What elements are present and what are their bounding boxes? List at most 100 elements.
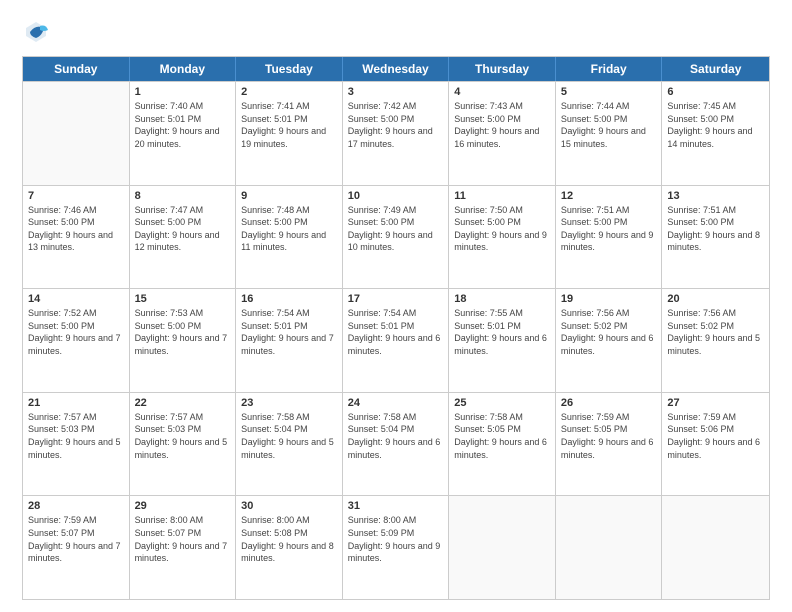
- sun-info: Sunrise: 7:54 AMSunset: 5:01 PMDaylight:…: [348, 307, 444, 357]
- day-number: 25: [454, 397, 550, 409]
- day-number: 29: [135, 500, 231, 512]
- calendar-cell-13: 13 Sunrise: 7:51 AMSunset: 5:00 PMDayligh…: [662, 186, 769, 289]
- day-number: 2: [241, 86, 337, 98]
- calendar-cell-19: 19 Sunrise: 7:56 AMSunset: 5:02 PMDayligh…: [556, 289, 663, 392]
- sun-info: Sunrise: 7:57 AMSunset: 5:03 PMDaylight:…: [28, 411, 124, 461]
- calendar-cell-4: 4 Sunrise: 7:43 AMSunset: 5:00 PMDaylight…: [449, 82, 556, 185]
- sun-info: Sunrise: 8:00 AMSunset: 5:08 PMDaylight:…: [241, 514, 337, 564]
- sun-info: Sunrise: 7:45 AMSunset: 5:00 PMDaylight:…: [667, 100, 764, 150]
- calendar-cell-25: 25Sunrise: 7:58 AMSunset: 5:05 PMDayligh…: [449, 393, 556, 496]
- sun-info: Sunrise: 7:48 AMSunset: 5:00 PMDaylight:…: [241, 204, 337, 254]
- sun-info: Sunrise: 7:52 AMSunset: 5:00 PMDaylight:…: [28, 307, 124, 357]
- day-number: 20: [667, 293, 764, 305]
- header: [22, 18, 770, 46]
- day-number: 18: [454, 293, 550, 305]
- day-number: 6: [667, 86, 764, 98]
- day-number: 15: [135, 293, 231, 305]
- sun-info: Sunrise: 7:49 AMSunset: 5:00 PMDaylight:…: [348, 204, 444, 254]
- sun-info: Sunrise: 7:43 AMSunset: 5:00 PMDaylight:…: [454, 100, 550, 150]
- calendar-cell-12: 12Sunrise: 7:51 AMSunset: 5:00 PMDayligh…: [556, 186, 663, 289]
- calendar-cell-27: 27 Sunrise: 7:59 AMSunset: 5:06 PMDayligh…: [662, 393, 769, 496]
- day-number: 5: [561, 86, 657, 98]
- sun-info: Sunrise: 7:59 AMSunset: 5:06 PMDaylight:…: [667, 411, 764, 461]
- day-number: 4: [454, 86, 550, 98]
- calendar-body: 1 Sunrise: 7:40 AMSunset: 5:01 PMDaylight…: [23, 81, 769, 599]
- day-number: 9: [241, 190, 337, 202]
- calendar-cell-7: 7 Sunrise: 7:46 AMSunset: 5:00 PMDaylight…: [23, 186, 130, 289]
- calendar-cell-18: 18 Sunrise: 7:55 AMSunset: 5:01 PMDayligh…: [449, 289, 556, 392]
- logo-icon: [22, 18, 50, 46]
- calendar-cell-16: 16 Sunrise: 7:54 AMSunset: 5:01 PMDayligh…: [236, 289, 343, 392]
- sun-info: Sunrise: 7:41 AMSunset: 5:01 PMDaylight:…: [241, 100, 337, 150]
- calendar-row-4: 28Sunrise: 7:59 AMSunset: 5:07 PMDayligh…: [23, 495, 769, 599]
- calendar-row-1: 7 Sunrise: 7:46 AMSunset: 5:00 PMDaylight…: [23, 185, 769, 289]
- day-number: 14: [28, 293, 124, 305]
- day-number: 10: [348, 190, 444, 202]
- calendar-cell-21: 21 Sunrise: 7:57 AMSunset: 5:03 PMDayligh…: [23, 393, 130, 496]
- sun-info: Sunrise: 7:56 AMSunset: 5:02 PMDaylight:…: [667, 307, 764, 357]
- calendar-cell-26: 26Sunrise: 7:59 AMSunset: 5:05 PMDayligh…: [556, 393, 663, 496]
- calendar-cell-23: 23Sunrise: 7:58 AMSunset: 5:04 PMDayligh…: [236, 393, 343, 496]
- day-number: 27: [667, 397, 764, 409]
- page: SundayMondayTuesdayWednesdayThursdayFrid…: [0, 0, 792, 612]
- sun-info: Sunrise: 8:00 AMSunset: 5:09 PMDaylight:…: [348, 514, 444, 564]
- calendar-row-3: 21 Sunrise: 7:57 AMSunset: 5:03 PMDayligh…: [23, 392, 769, 496]
- calendar-cell-24: 24Sunrise: 7:58 AMSunset: 5:04 PMDayligh…: [343, 393, 450, 496]
- sun-info: Sunrise: 7:58 AMSunset: 5:04 PMDaylight:…: [241, 411, 337, 461]
- day-number: 13: [667, 190, 764, 202]
- calendar-cell-empty: [23, 82, 130, 185]
- day-number: 17: [348, 293, 444, 305]
- calendar-cell-2: 2 Sunrise: 7:41 AMSunset: 5:01 PMDaylight…: [236, 82, 343, 185]
- calendar-cell-3: 3 Sunrise: 7:42 AMSunset: 5:00 PMDaylight…: [343, 82, 450, 185]
- calendar-cell-20: 20 Sunrise: 7:56 AMSunset: 5:02 PMDayligh…: [662, 289, 769, 392]
- calendar-cell-9: 9 Sunrise: 7:48 AMSunset: 5:00 PMDaylight…: [236, 186, 343, 289]
- calendar-cell-17: 17 Sunrise: 7:54 AMSunset: 5:01 PMDayligh…: [343, 289, 450, 392]
- sun-info: Sunrise: 7:40 AMSunset: 5:01 PMDaylight:…: [135, 100, 231, 150]
- day-number: 28: [28, 500, 124, 512]
- calendar-cell-29: 29 Sunrise: 8:00 AMSunset: 5:07 PMDayligh…: [130, 496, 237, 599]
- sun-info: Sunrise: 7:51 AMSunset: 5:00 PMDaylight:…: [667, 204, 764, 254]
- calendar-cell-31: 31Sunrise: 8:00 AMSunset: 5:09 PMDayligh…: [343, 496, 450, 599]
- header-day-tuesday: Tuesday: [236, 57, 343, 81]
- sun-info: Sunrise: 7:50 AMSunset: 5:00 PMDaylight:…: [454, 204, 550, 254]
- logo: [22, 18, 52, 46]
- calendar-cell-11: 11 Sunrise: 7:50 AMSunset: 5:00 PMDayligh…: [449, 186, 556, 289]
- calendar-cell-28: 28Sunrise: 7:59 AMSunset: 5:07 PMDayligh…: [23, 496, 130, 599]
- sun-info: Sunrise: 7:42 AMSunset: 5:00 PMDaylight:…: [348, 100, 444, 150]
- calendar-cell-5: 5 Sunrise: 7:44 AMSunset: 5:00 PMDaylight…: [556, 82, 663, 185]
- calendar-cell-15: 15 Sunrise: 7:53 AMSunset: 5:00 PMDayligh…: [130, 289, 237, 392]
- sun-info: Sunrise: 7:54 AMSunset: 5:01 PMDaylight:…: [241, 307, 337, 357]
- day-number: 21: [28, 397, 124, 409]
- day-number: 22: [135, 397, 231, 409]
- day-number: 1: [135, 86, 231, 98]
- calendar-header: SundayMondayTuesdayWednesdayThursdayFrid…: [23, 57, 769, 81]
- calendar-cell-8: 8 Sunrise: 7:47 AMSunset: 5:00 PMDaylight…: [130, 186, 237, 289]
- header-day-friday: Friday: [556, 57, 663, 81]
- day-number: 24: [348, 397, 444, 409]
- sun-info: Sunrise: 7:44 AMSunset: 5:00 PMDaylight:…: [561, 100, 657, 150]
- calendar-cell-empty: [556, 496, 663, 599]
- calendar-cell-30: 30Sunrise: 8:00 AMSunset: 5:08 PMDayligh…: [236, 496, 343, 599]
- sun-info: Sunrise: 7:47 AMSunset: 5:00 PMDaylight:…: [135, 204, 231, 254]
- day-number: 7: [28, 190, 124, 202]
- calendar-cell-14: 14 Sunrise: 7:52 AMSunset: 5:00 PMDayligh…: [23, 289, 130, 392]
- calendar-row-2: 14 Sunrise: 7:52 AMSunset: 5:00 PMDayligh…: [23, 288, 769, 392]
- sun-info: Sunrise: 7:53 AMSunset: 5:00 PMDaylight:…: [135, 307, 231, 357]
- header-day-thursday: Thursday: [449, 57, 556, 81]
- calendar-row-0: 1 Sunrise: 7:40 AMSunset: 5:01 PMDaylight…: [23, 81, 769, 185]
- day-number: 11: [454, 190, 550, 202]
- day-number: 16: [241, 293, 337, 305]
- calendar: SundayMondayTuesdayWednesdayThursdayFrid…: [22, 56, 770, 600]
- header-day-monday: Monday: [130, 57, 237, 81]
- sun-info: Sunrise: 7:56 AMSunset: 5:02 PMDaylight:…: [561, 307, 657, 357]
- day-number: 26: [561, 397, 657, 409]
- sun-info: Sunrise: 8:00 AMSunset: 5:07 PMDaylight:…: [135, 514, 231, 564]
- sun-info: Sunrise: 7:55 AMSunset: 5:01 PMDaylight:…: [454, 307, 550, 357]
- day-number: 19: [561, 293, 657, 305]
- day-number: 8: [135, 190, 231, 202]
- calendar-cell-22: 22 Sunrise: 7:57 AMSunset: 5:03 PMDayligh…: [130, 393, 237, 496]
- header-day-wednesday: Wednesday: [343, 57, 450, 81]
- day-number: 3: [348, 86, 444, 98]
- sun-info: Sunrise: 7:46 AMSunset: 5:00 PMDaylight:…: [28, 204, 124, 254]
- sun-info: Sunrise: 7:57 AMSunset: 5:03 PMDaylight:…: [135, 411, 231, 461]
